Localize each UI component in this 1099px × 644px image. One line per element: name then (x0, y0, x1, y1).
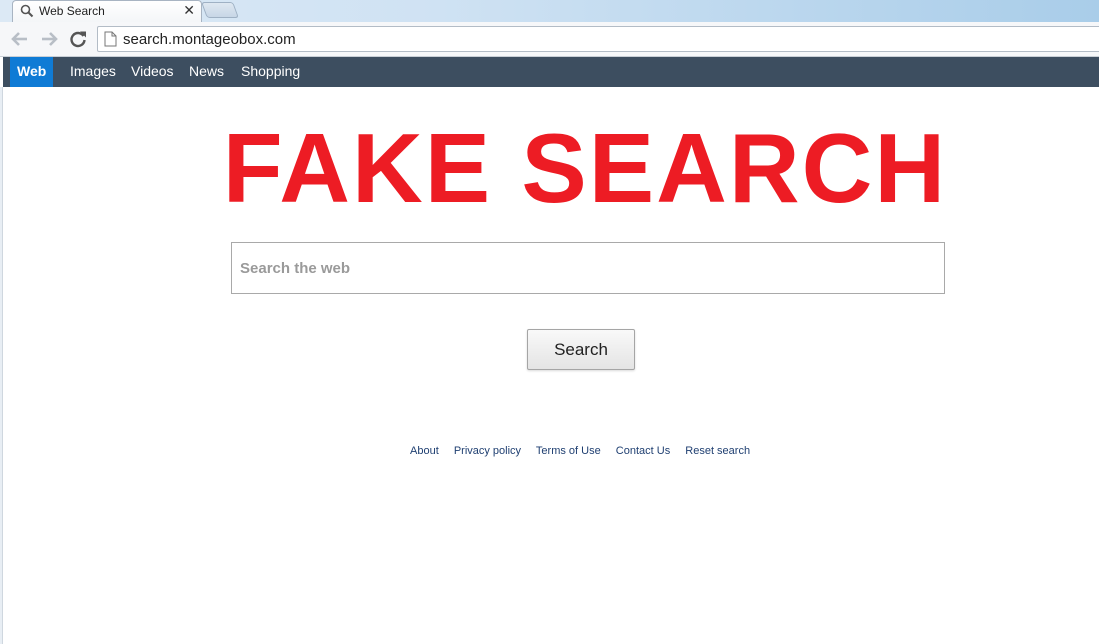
tab-title: Web Search (39, 4, 105, 18)
footer-link-terms-of-use[interactable]: Terms of Use (536, 445, 601, 457)
new-tab-button[interactable] (201, 2, 239, 18)
site-nav-bar: Web Images Videos News Shopping (3, 57, 1099, 87)
browser-window: Web Search ✕ search.montageobox.com Web … (0, 0, 1099, 644)
nav-item-videos[interactable]: Videos (131, 57, 174, 87)
fake-search-banner: FAKE SEARCH (222, 113, 948, 223)
nav-item-shopping[interactable]: Shopping (241, 57, 300, 87)
tab-strip: Web Search ✕ (0, 0, 1099, 22)
tab-web-search[interactable]: Web Search ✕ (12, 0, 202, 22)
search-input[interactable] (231, 242, 945, 294)
magnifier-icon (20, 4, 34, 18)
forward-arrow-icon[interactable] (38, 28, 60, 50)
tab-close-icon[interactable]: ✕ (183, 2, 195, 18)
back-arrow-icon[interactable] (9, 28, 31, 50)
footer-link-reset-search[interactable]: Reset search (685, 445, 750, 457)
nav-item-images[interactable]: Images (70, 57, 116, 87)
url-text[interactable]: search.montageobox.com (123, 31, 296, 49)
address-bar[interactable]: search.montageobox.com (97, 26, 1099, 52)
nav-item-web[interactable]: Web (10, 57, 54, 87)
footer-link-contact-us[interactable]: Contact Us (616, 445, 670, 457)
footer-link-about[interactable]: About (410, 445, 439, 457)
page-icon (104, 31, 117, 52)
reload-icon[interactable] (67, 28, 89, 50)
browser-toolbar: search.montageobox.com (0, 22, 1099, 57)
nav-item-news[interactable]: News (189, 57, 224, 87)
footer-links: About Privacy policy Terms of Use Contac… (410, 444, 762, 458)
search-button[interactable]: Search (527, 329, 635, 370)
footer-link-privacy-policy[interactable]: Privacy policy (454, 445, 521, 457)
window-left-edge (0, 87, 3, 644)
